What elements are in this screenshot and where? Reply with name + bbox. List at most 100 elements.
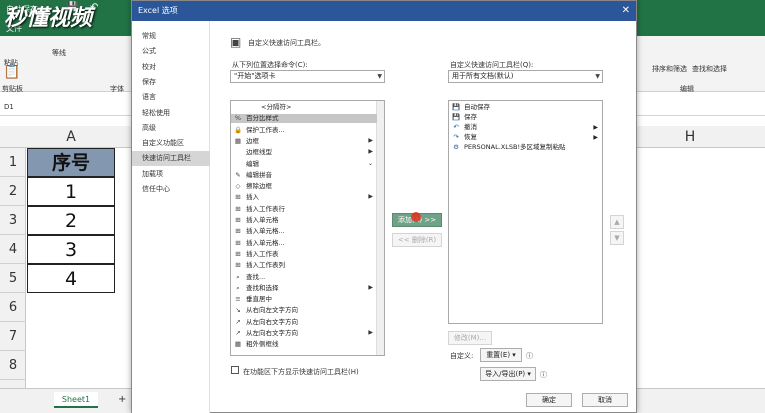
command-item[interactable]: ⊞ 插入单元格... (231, 227, 377, 236)
command-item[interactable]: ↗ 从左向右文字方向 (231, 318, 377, 327)
command-item[interactable]: ⊞ 插入单元格 (231, 216, 377, 225)
table-cell[interactable]: 4 (27, 264, 115, 293)
row-number[interactable]: 6 (0, 293, 26, 322)
toolbar-item-icon: ↷ (453, 133, 459, 141)
toolbar-item[interactable]: ↷ 恢复 ▶ (449, 133, 602, 142)
cancel-button[interactable]: 取消 (582, 393, 628, 407)
commands-scrollbar[interactable] (376, 101, 384, 355)
screen: 自动保存 💾 ↶ 文件 📋 粘贴 剪贴板 等线 字体 排序和筛选 查找和选择 编… (0, 0, 765, 413)
submenu-arrow-icon: ▶ (593, 134, 598, 141)
nav-item[interactable]: 快速访问工具栏 (132, 151, 210, 167)
command-label: 插入单元格... (246, 227, 285, 236)
command-label: 从右向左文字方向 (246, 306, 298, 315)
row-number[interactable]: 5 (0, 264, 26, 293)
nav-item[interactable]: 信任中心 (132, 182, 210, 197)
sort-filter-button[interactable]: 排序和筛选 (652, 64, 687, 74)
reset-button[interactable]: 重置(E) ▾ (480, 348, 522, 362)
command-icon: ⌕ (236, 283, 240, 292)
command-label: 查找和选择 (246, 283, 279, 292)
import-export-button[interactable]: 导入/导出(P) ▾ (480, 367, 536, 381)
modify-button[interactable]: 修改(M)... (448, 331, 492, 345)
header-cell[interactable]: 序号 (27, 148, 115, 177)
row-number[interactable]: 8 (0, 351, 26, 380)
nav-item[interactable]: 公式 (132, 44, 210, 59)
toolbar-item[interactable]: 💾 自动保存 (449, 103, 602, 112)
row-number[interactable]: 3 (0, 206, 26, 235)
command-item[interactable]: ⊞ 插入单元格... (231, 239, 377, 248)
table-cell[interactable]: 2 (27, 206, 115, 235)
font-group-label: 字体 (110, 85, 124, 93)
command-label: 保护工作表... (246, 125, 285, 134)
choose-commands-select[interactable]: "开始"选项卡 ▼ (230, 70, 385, 83)
command-item[interactable]: % 百分比样式 (231, 114, 377, 123)
command-item[interactable]: ↘ 从右向左文字方向 (231, 306, 377, 315)
paste-label[interactable]: 粘贴 (4, 58, 18, 68)
table-cell[interactable]: 1 (27, 177, 115, 206)
command-icon: ⌕ (236, 272, 240, 281)
font-name-box[interactable]: 等线 (52, 48, 66, 58)
add-sheet-button[interactable]: + (118, 394, 126, 405)
row-number[interactable]: 2 (0, 177, 26, 206)
toolbar-items-list[interactable]: 💾 自动保存 💾 保存 ↶ 撤消 ▶ ↷ 恢复 ▶ ⚙ PERSONAL.XLSB!多区域复制粘贴 (448, 100, 603, 324)
command-item[interactable]: ↗ 从左向右文字方向 ▶ (231, 329, 377, 338)
toolbar-item[interactable]: ⚙ PERSONAL.XLSB!多区域复制粘贴 (449, 143, 602, 152)
command-item[interactable]: ⊞ 插入工作表列 (231, 261, 377, 270)
toolbar-item[interactable]: 💾 保存 (449, 113, 602, 122)
nav-item[interactable]: 语言 (132, 90, 210, 105)
submenu-arrow-icon: ▶ (368, 193, 373, 201)
show-below-ribbon-checkbox[interactable] (231, 366, 239, 374)
command-item[interactable]: ≡ 垂直居中 (231, 295, 377, 304)
chevron-down-icon: ▼ (377, 73, 382, 80)
close-icon[interactable]: ✕ (622, 1, 630, 21)
row-number[interactable]: 7 (0, 322, 26, 351)
command-item[interactable]: 边框线型 ▶ (231, 148, 377, 157)
command-label: 垂直居中 (246, 295, 272, 304)
remove-button[interactable]: << 删除(R) (392, 233, 442, 247)
submenu-arrow-icon: ▶ (368, 329, 373, 336)
command-label: 编辑拼音 (246, 170, 272, 179)
table-cell[interactable]: 3 (27, 235, 115, 264)
ok-button[interactable]: 确定 (526, 393, 572, 407)
command-item[interactable]: ⊞ 插入工作表 (231, 250, 377, 259)
chevron-down-icon: ▼ (595, 73, 600, 80)
move-down-button[interactable]: ▼ (610, 231, 624, 245)
nav-item[interactable]: 轻松使用 (132, 106, 210, 121)
nav-item[interactable]: 加载项 (132, 167, 210, 182)
command-item[interactable]: ⊞ 插入工作表行 (231, 205, 377, 214)
command-item[interactable]: ▦ 边框 ▶ (231, 137, 377, 146)
command-item[interactable]: ⌕ 查找... (231, 273, 377, 282)
commands-list[interactable]: <分隔符> % 百分比样式 🔒 保护工作表... ▦ 边框 ▶ 边框线型 ▶ 编辑 ⌄ ✎ 编辑拼音 ◇ 擦除… (230, 100, 385, 356)
nav-item[interactable]: 常规 (132, 29, 210, 44)
command-item[interactable]: ⌕ 查找和选择 ▶ (231, 284, 377, 293)
command-item[interactable]: 编辑 ⌄ (231, 160, 377, 169)
row-number[interactable]: 1 (0, 148, 26, 177)
command-label: 插入工作表行 (246, 204, 285, 213)
show-below-ribbon-label: 在功能区下方显示快速访问工具栏(H) (243, 368, 359, 376)
sheet-tab[interactable]: Sheet1 (54, 392, 98, 408)
command-item[interactable]: ◇ 擦除边框 (231, 182, 377, 191)
toolbar-item-icon: ↶ (453, 123, 459, 131)
command-item[interactable]: 🔒 保护工作表... (231, 126, 377, 135)
command-icon: ↘ (235, 306, 241, 315)
command-item[interactable]: ⊞ 插入 ▶ (231, 193, 377, 202)
command-label: 插入工作表 (246, 249, 279, 258)
toolbar-item[interactable]: ↶ 撤消 ▶ (449, 123, 602, 132)
choose-commands-label: 从下列位置选择命令(C): (232, 61, 308, 69)
column-h-header[interactable]: H (675, 126, 705, 148)
column-a-header[interactable]: A (27, 126, 115, 148)
command-item[interactable]: <分隔符> (231, 103, 377, 112)
row-number[interactable]: 4 (0, 235, 26, 264)
nav-item[interactable]: 校对 (132, 60, 210, 75)
command-label: <分隔符> (261, 103, 292, 111)
name-box[interactable]: D1 (4, 103, 14, 111)
command-item[interactable]: ▦ 粗外侧框线 (231, 340, 377, 349)
nav-item[interactable]: 高级 (132, 121, 210, 136)
pointer-cursor-icon (411, 212, 421, 222)
toolbar-item-label: 自动保存 (464, 103, 490, 111)
command-item[interactable]: ✎ 编辑拼音 (231, 171, 377, 180)
move-up-button[interactable]: ▲ (610, 215, 624, 229)
customize-toolbar-select[interactable]: 用于所有文档(默认) ▼ (448, 70, 603, 83)
nav-item[interactable]: 自定义功能区 (132, 136, 210, 151)
find-select-button[interactable]: 查找和选择 (692, 64, 727, 74)
nav-item[interactable]: 保存 (132, 75, 210, 90)
